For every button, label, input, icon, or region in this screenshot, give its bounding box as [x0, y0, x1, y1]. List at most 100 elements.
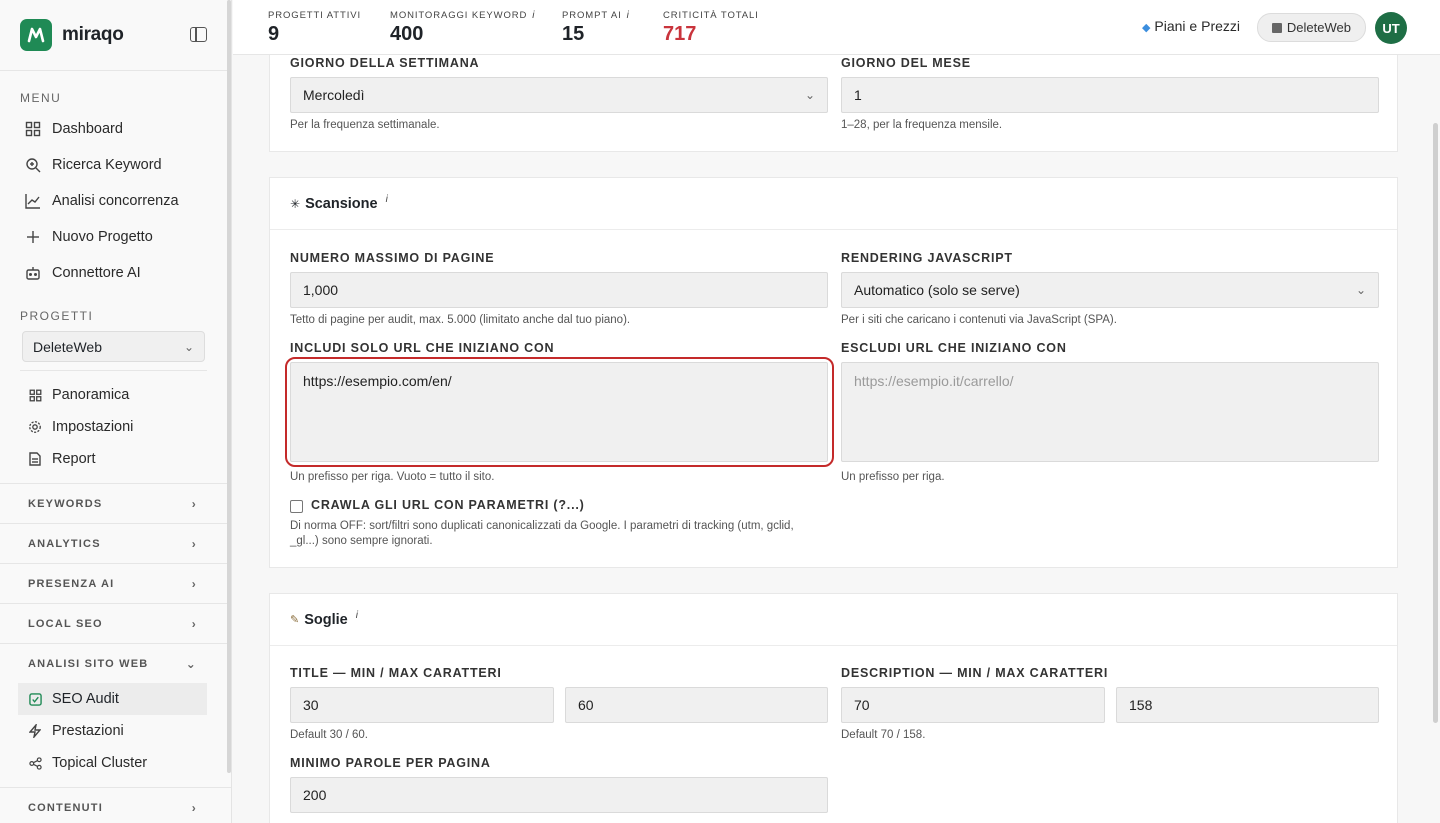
sidebar-item-ricerca-keyword[interactable]: Ricerca Keyword [0, 147, 231, 183]
description-min-input[interactable]: 70 [841, 687, 1105, 723]
exclude-url-label: ESCLUDI URL CHE INIZIANO CON [841, 341, 1067, 355]
brand: miraqo [0, 0, 231, 71]
chevron-right-icon: › [191, 536, 197, 551]
chevron-down-icon: ⌄ [185, 656, 197, 671]
weekday-label: GIORNO DELLA SETTIMANA [290, 56, 480, 70]
js-rendering-label: RENDERING JAVASCRIPT [841, 251, 1013, 265]
sidebar-item-prestazioni[interactable]: Prestazioni [0, 715, 231, 747]
params-label[interactable]: CRAWLA GLI URL CON PARAMETRI (?...) [311, 498, 585, 512]
stat-label: CRITICITÀ TOTALI [663, 10, 759, 21]
sidebar-item-label: Prestazioni [52, 723, 124, 739]
logo-icon[interactable] [20, 19, 52, 51]
check-square-icon [28, 692, 42, 706]
schedule-card: GIORNO DELLA SETTIMANA Mercoledì ⌄ Per l… [269, 55, 1398, 152]
params-checkbox[interactable] [290, 500, 303, 513]
stat-label: PROMPT AI i [562, 10, 630, 21]
include-url-textarea[interactable]: https://esempio.com/en/ [290, 362, 828, 462]
project-select-value: DeleteWeb [33, 338, 103, 355]
project-select[interactable]: DeleteWeb ⌄ [22, 331, 205, 362]
weekday-select[interactable]: Mercoledì ⌄ [290, 77, 828, 113]
max-pages-input[interactable]: 1,000 [290, 272, 828, 308]
avatar[interactable]: UT [1375, 12, 1407, 44]
min-words-input[interactable]: 200 [290, 777, 828, 813]
weekday-value: Mercoledì [303, 87, 365, 103]
sidebar-item-label: Ricerca Keyword [52, 157, 162, 173]
ruler-icon: ✎ [290, 614, 300, 626]
sidebar-item-label: Report [52, 451, 96, 467]
workspace-chip-label: DeleteWeb [1286, 20, 1351, 35]
description-max-input[interactable]: 158 [1116, 687, 1379, 723]
chevron-right-icon: › [191, 496, 197, 511]
js-rendering-hint: Per i siti che caricano i contenuti via … [841, 314, 1117, 326]
sidebar-group-analisi-sito-web[interactable]: ANALISI SITO WEB ⌄ [0, 643, 231, 683]
document-icon [28, 452, 42, 466]
sidebar-group-label: ANALYTICS [28, 537, 101, 550]
title-min-input[interactable]: 30 [290, 687, 554, 723]
sidebar-item-panoramica[interactable]: Panoramica [0, 379, 231, 411]
search-icon [24, 156, 42, 174]
stat-value: 717 [663, 23, 697, 45]
info-icon[interactable]: i [532, 10, 535, 21]
sidebar-group-analytics[interactable]: ANALYTICS › [0, 523, 231, 563]
title-chars-label: TITLE — MIN / MAX CARATTERI [290, 666, 502, 680]
share-icon [28, 756, 42, 770]
title-max-input[interactable]: 60 [565, 687, 828, 723]
sidebar-item-label: SEO Audit [52, 691, 119, 707]
sidebar-group-label: KEYWORDS [28, 497, 103, 510]
sidebar-item-label: Impostazioni [52, 419, 134, 435]
exclude-url-hint: Un prefisso per riga. [841, 471, 945, 483]
sidebar-item-label: Topical Cluster [52, 755, 148, 771]
workspace-chip[interactable]: DeleteWeb [1256, 13, 1366, 42]
info-icon[interactable]: i [627, 10, 630, 21]
sidebar-item-impostazioni[interactable]: Impostazioni [0, 411, 231, 443]
sidebar-item-label: Nuovo Progetto [52, 229, 153, 245]
sidebar-item-nuovo-progetto[interactable]: Nuovo Progetto [0, 219, 231, 255]
sidebar-item-dashboard[interactable]: Dashboard [0, 111, 231, 147]
monthday-input[interactable]: 1 [841, 77, 1379, 113]
sidebar-item-connettore-ai[interactable]: Connettore AI [0, 255, 231, 291]
bolt-icon [28, 724, 42, 738]
js-rendering-select[interactable]: Automatico (solo se serve) ⌄ [841, 272, 1379, 308]
chevron-right-icon: › [191, 576, 197, 591]
sidebar-item-report[interactable]: Report [0, 443, 231, 475]
spider-icon: ✳ [290, 196, 301, 211]
stat-progetti-attivi: PROGETTI ATTIVI 9 [268, 10, 361, 46]
scan-card: ✳ Scansione i NUMERO MASSIMO DI PAGINE 1… [269, 177, 1398, 568]
sidebar-group-local-seo[interactable]: LOCAL SEO › [0, 603, 231, 643]
info-icon[interactable]: i [356, 610, 358, 621]
sidebar-group-contenuti[interactable]: CONTENUTI › [0, 787, 231, 823]
sidebar-item-analisi-concorrenza[interactable]: Analisi concorrenza [0, 183, 231, 219]
main-content: GIORNO DELLA SETTIMANA Mercoledì ⌄ Per l… [233, 55, 1433, 823]
plans-link[interactable]: ◆ Piani e Prezzi [1142, 18, 1240, 34]
sidebar-item-label: Connettore AI [52, 265, 141, 281]
sidebar: miraqo MENU Dashboard Ricerca Keyword An… [0, 0, 232, 823]
sidebar-toggle-icon[interactable] [190, 27, 207, 42]
stat-monitoraggi-keyword: MONITORAGGI KEYWORD i 400 [390, 10, 535, 46]
sidebar-group-label: ANALISI SITO WEB [28, 657, 149, 670]
sidebar-item-topical-cluster[interactable]: Topical Cluster [0, 747, 231, 779]
page-scrollbar[interactable] [1433, 123, 1438, 723]
chart-line-icon [24, 192, 42, 210]
monthday-label: GIORNO DEL MESE [841, 56, 971, 70]
stat-value: 9 [268, 23, 280, 45]
stat-prompt-ai: PROMPT AI i 15 [562, 10, 630, 46]
sidebar-item-label: Dashboard [52, 121, 123, 137]
brand-name: miraqo [62, 24, 124, 45]
sidebar-group-presenza-ai[interactable]: PRESENZA AI › [0, 563, 231, 603]
building-icon [1271, 22, 1282, 33]
exclude-url-textarea[interactable]: https://esempio.it/carrello/ [841, 362, 1379, 462]
projects-section-label: PROGETTI [20, 309, 94, 323]
plus-icon [24, 228, 42, 246]
weekday-hint: Per la frequenza settimanale. [290, 119, 440, 131]
sidebar-item-seo-audit[interactable]: SEO Audit [18, 683, 207, 715]
chevron-down-icon: ⌄ [183, 339, 194, 354]
description-chars-label: DESCRIPTION — MIN / MAX CARATTERI [841, 666, 1109, 680]
stat-label: PROGETTI ATTIVI [268, 10, 362, 21]
sidebar-group-keywords[interactable]: KEYWORDS › [0, 483, 231, 523]
stat-value: 15 [562, 23, 585, 45]
info-icon[interactable]: i [386, 194, 388, 205]
chevron-right-icon: › [191, 616, 197, 631]
scan-card-header: ✳ Scansione i [270, 178, 1397, 230]
js-rendering-value: Automatico (solo se serve) [854, 282, 1020, 298]
sidebar-scrollbar[interactable] [227, 0, 231, 773]
